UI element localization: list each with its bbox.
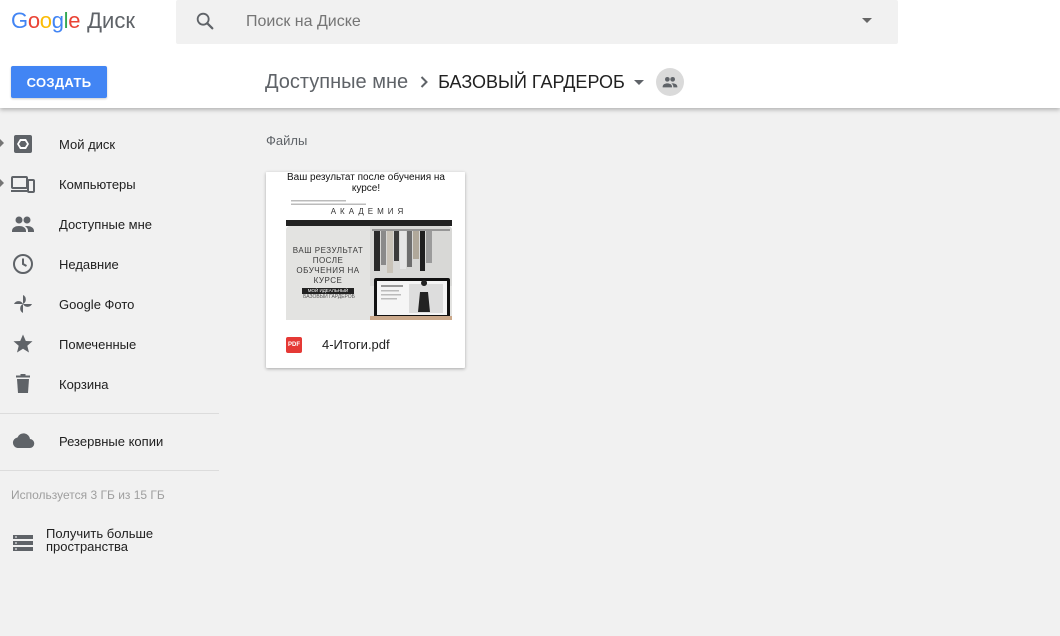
chevron-right-icon — [420, 76, 429, 88]
pdf-icon: PDF — [286, 337, 302, 353]
product-name: Диск — [87, 8, 135, 33]
star-icon — [13, 334, 33, 353]
thumbnail-subtitle: БАЗОВЫЙ ГАРДЕРОБ — [303, 294, 355, 300]
logo-letter: g — [51, 8, 64, 33]
sidebar-item-label: Доступные мне — [59, 216, 153, 232]
sidebar-item-label: Мой диск — [59, 136, 116, 152]
sidebar-item-trash[interactable]: Корзина — [0, 364, 220, 404]
create-button[interactable]: СОЗДАТЬ — [11, 66, 107, 98]
sidebar-item-label: Недавние — [59, 256, 119, 272]
get-more-storage-link[interactable]: Получить больше пространства — [11, 526, 211, 556]
breadcrumb-current-folder[interactable]: БАЗОВЫЙ ГАРДЕРОБ — [438, 72, 625, 93]
thumbnail-heading: Ваш результат после обучения на курсе! — [287, 172, 445, 194]
sidebar: Мой диск Компьютеры Доступные мне Недавн… — [0, 108, 220, 636]
computers-icon — [11, 176, 35, 193]
sidebar-item-backups[interactable]: Резервные копии — [0, 421, 220, 461]
file-card[interactable]: Ваш результат после обучения на курсе! А… — [266, 172, 465, 368]
sidebar-item-my-drive[interactable]: Мой диск — [0, 124, 220, 164]
pinwheel-icon — [14, 295, 32, 313]
breadcrumb-parent[interactable]: Доступные мне — [265, 71, 408, 94]
sidebar-item-starred[interactable]: Помеченные — [0, 324, 220, 364]
people-icon — [662, 77, 678, 88]
sidebar-item-label: Резервные копии — [59, 433, 164, 449]
logo-letter: e — [68, 8, 81, 33]
people-icon — [12, 216, 34, 232]
search-options-dropdown-icon[interactable] — [862, 18, 872, 23]
folder-menu-dropdown-icon[interactable] — [633, 79, 644, 85]
file-name: 4-Итоги.pdf — [322, 337, 390, 352]
sidebar-item-shared-with-me[interactable]: Доступные мне — [0, 204, 220, 244]
drive-icon — [14, 135, 32, 153]
storage-icon — [13, 535, 33, 551]
file-thumbnail: Ваш результат после обучения на курсе! А… — [266, 172, 465, 320]
top-header: Google Диск СОЗДАТЬ Доступные мне БАЗОВЫ… — [0, 0, 1060, 108]
google-drive-logo[interactable]: Google Диск — [11, 8, 135, 38]
clock-icon — [13, 254, 33, 274]
trash-icon — [16, 374, 30, 393]
file-info: PDF 4-Итоги.pdf — [266, 320, 465, 368]
search-input[interactable] — [246, 0, 806, 44]
sidebar-item-label: Корзина — [59, 376, 109, 392]
expand-arrow-icon[interactable] — [0, 179, 4, 187]
sidebar-item-label: Помеченные — [59, 336, 137, 352]
google-wordmark: Google — [11, 8, 80, 34]
sidebar-item-google-photos[interactable]: Google Фото — [0, 284, 220, 324]
search-icon[interactable] — [194, 10, 216, 32]
thumbnail-brand: АКАДЕМИЯ — [330, 207, 408, 216]
storage-usage-text: Используется 3 ГБ из 15 ГБ — [11, 488, 165, 502]
breadcrumb: Доступные мне БАЗОВЫЙ ГАРДЕРОБ — [265, 67, 684, 97]
search-bar[interactable] — [176, 0, 898, 44]
logo-letter: G — [11, 8, 28, 33]
thumbnail-photo: ВАШ РЕЗУЛЬТАТ ПОСЛЕ ОБУЧЕНИЯ НА КУРСЕ МО… — [286, 226, 452, 320]
thumbnail-fine-print — [291, 200, 366, 205]
sidebar-divider — [0, 470, 219, 471]
get-more-storage-label: Получить больше пространства — [46, 526, 154, 554]
expand-arrow-icon[interactable] — [0, 139, 4, 147]
shared-folder-icon[interactable] — [655, 68, 684, 96]
sidebar-item-label: Компьютеры — [59, 176, 136, 192]
sidebar-item-computers[interactable]: Компьютеры — [0, 164, 220, 204]
logo-letter: o — [39, 8, 52, 33]
cloud-icon — [12, 433, 35, 449]
sidebar-item-recent[interactable]: Недавние — [0, 244, 220, 284]
logo-letter: o — [27, 8, 40, 33]
sidebar-item-label: Google Фото — [59, 296, 135, 312]
sidebar-divider — [0, 413, 219, 414]
wardrobe-illustration — [370, 226, 452, 320]
files-section-title: Файлы — [266, 133, 308, 148]
